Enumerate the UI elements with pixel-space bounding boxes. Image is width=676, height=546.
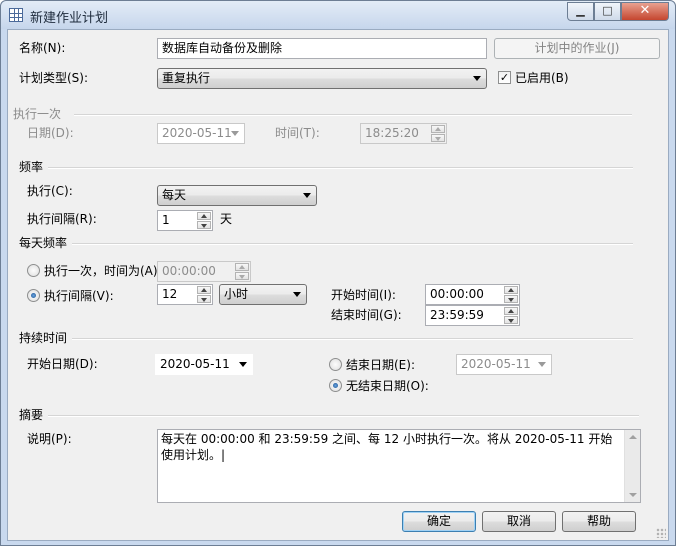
duration-section-title: 持续时间 <box>19 331 68 345</box>
description-label: 说明(P): <box>27 432 72 446</box>
recur-value: 1 <box>162 213 170 227</box>
no-end-date-label: 无结束日期(O): <box>346 379 429 393</box>
start-time-label: 开始时间(I): <box>331 288 396 302</box>
start-time-value: 00:00:00 <box>430 287 484 301</box>
spin-down-icon[interactable] <box>431 134 445 142</box>
dialog-client-area: 名称(N): 数据库自动备份及删除 计划中的作业(J) 计划类型(S): 重复执… <box>7 29 669 541</box>
once-at-time-spinner[interactable]: 00:00:00 <box>157 261 251 282</box>
window-title: 新建作业计划 <box>30 11 109 26</box>
description-text: 每天在 00:00:00 和 23:59:59 之间、每 12 小时执行一次。将… <box>161 432 613 462</box>
every-label: 执行间隔(V): <box>44 289 114 303</box>
end-date-radio[interactable] <box>329 358 342 371</box>
once-at-time-value: 00:00:00 <box>162 264 216 278</box>
one-time-time-value: 18:25:20 <box>365 126 419 140</box>
end-date-value: 2020-05-11 <box>461 357 531 371</box>
spin-down-icon[interactable] <box>235 272 249 280</box>
recur-unit: 天 <box>220 212 233 226</box>
recur-label: 执行间隔(R): <box>27 212 97 226</box>
summary-divider <box>48 415 639 417</box>
daily-frequency-divider <box>72 243 633 245</box>
dialog-window: 新建作业计划 ▁ □ ✕ 名称(N): 数据库自动备份及删除 计划中的作业(J)… <box>0 0 676 546</box>
schedule-type-value: 重复执行 <box>162 71 211 85</box>
chevron-down-icon <box>239 362 247 367</box>
enabled-label: 已启用(B) <box>515 71 569 85</box>
end-time-value: 23:59:59 <box>430 308 484 322</box>
maximize-button[interactable]: □ <box>594 2 621 21</box>
ok-button[interactable]: 确定 <box>402 511 476 532</box>
resize-grip[interactable] <box>656 528 666 538</box>
one-time-time-label: 时间(T): <box>275 126 320 140</box>
chevron-down-icon <box>293 292 301 297</box>
chevron-down-icon <box>231 131 239 136</box>
end-time-spinner[interactable]: 23:59:59 <box>425 305 520 326</box>
spin-up-icon[interactable] <box>235 263 249 271</box>
chevron-down-icon <box>538 362 546 367</box>
end-date-picker[interactable]: 2020-05-11 <box>456 354 552 375</box>
name-input[interactable]: 数据库自动备份及删除 <box>157 38 487 59</box>
once-at-radio[interactable] <box>27 264 40 277</box>
spin-down-icon[interactable] <box>504 316 518 324</box>
chevron-down-icon <box>303 193 311 198</box>
every-spinner[interactable]: 12 <box>157 284 213 305</box>
description-textarea[interactable]: 每天在 00:00:00 和 23:59:59 之间、每 12 小时执行一次。将… <box>157 429 641 503</box>
one-time-date-value: 2020-05-11 <box>162 126 232 140</box>
minimize-button[interactable]: ▁ <box>567 2 594 21</box>
start-date-picker[interactable]: 2020-05-11 <box>155 354 253 375</box>
daily-frequency-section-title: 每天频率 <box>19 236 68 250</box>
spin-up-icon[interactable] <box>504 307 518 315</box>
frequency-section-title: 频率 <box>19 160 44 174</box>
chevron-down-icon <box>473 76 481 81</box>
spin-down-icon[interactable] <box>504 295 518 303</box>
help-button[interactable]: 帮助 <box>562 511 636 532</box>
summary-section-title: 摘要 <box>19 408 44 422</box>
schedule-icon <box>9 8 23 22</box>
start-date-value: 2020-05-11 <box>160 357 230 371</box>
enabled-checkbox[interactable]: ✓ <box>498 71 511 84</box>
end-time-label: 结束时间(G): <box>331 308 402 322</box>
spin-up-icon[interactable] <box>197 212 211 220</box>
scroll-up-icon[interactable] <box>629 435 637 439</box>
cancel-button[interactable]: 取消 <box>482 511 556 532</box>
every-unit-value: 小时 <box>224 287 249 301</box>
occurs-value: 每天 <box>162 188 187 202</box>
description-scrollbar[interactable] <box>624 430 640 502</box>
one-time-date-label: 日期(D): <box>27 126 74 140</box>
occurs-select[interactable]: 每天 <box>157 185 317 206</box>
recur-spinner[interactable]: 1 <box>157 210 213 231</box>
no-end-date-radio[interactable] <box>329 379 342 392</box>
spin-down-icon[interactable] <box>197 221 211 229</box>
duration-divider <box>72 338 633 340</box>
one-time-divider <box>74 114 632 116</box>
start-date-label: 开始日期(D): <box>27 357 98 371</box>
title-bar[interactable]: 新建作业计划 ▁ □ ✕ <box>1 1 675 29</box>
occurs-label: 执行(C): <box>27 184 73 198</box>
one-time-date-picker[interactable]: 2020-05-11 <box>157 123 245 144</box>
schedule-type-select[interactable]: 重复执行 <box>157 68 487 89</box>
close-button[interactable]: ✕ <box>621 2 669 21</box>
start-time-spinner[interactable]: 00:00:00 <box>425 284 520 305</box>
scroll-down-icon[interactable] <box>629 493 637 497</box>
scheduled-jobs-button[interactable]: 计划中的作业(J) <box>494 38 660 59</box>
one-time-section-title: 执行一次 <box>13 107 62 121</box>
one-time-time-spinner[interactable]: 18:25:20 <box>360 123 447 144</box>
spin-up-icon[interactable] <box>504 286 518 294</box>
every-radio[interactable] <box>27 289 40 302</box>
frequency-divider <box>48 167 633 169</box>
name-label: 名称(N): <box>19 41 66 55</box>
spin-up-icon[interactable] <box>431 125 445 133</box>
every-unit-select[interactable]: 小时 <box>219 284 307 305</box>
every-value: 12 <box>162 287 178 301</box>
once-at-label: 执行一次，时间为(A) <box>44 264 158 278</box>
schedule-type-label: 计划类型(S): <box>19 71 89 85</box>
spin-up-icon[interactable] <box>197 286 211 294</box>
spin-down-icon[interactable] <box>197 295 211 303</box>
end-date-label: 结束日期(E): <box>346 358 415 372</box>
